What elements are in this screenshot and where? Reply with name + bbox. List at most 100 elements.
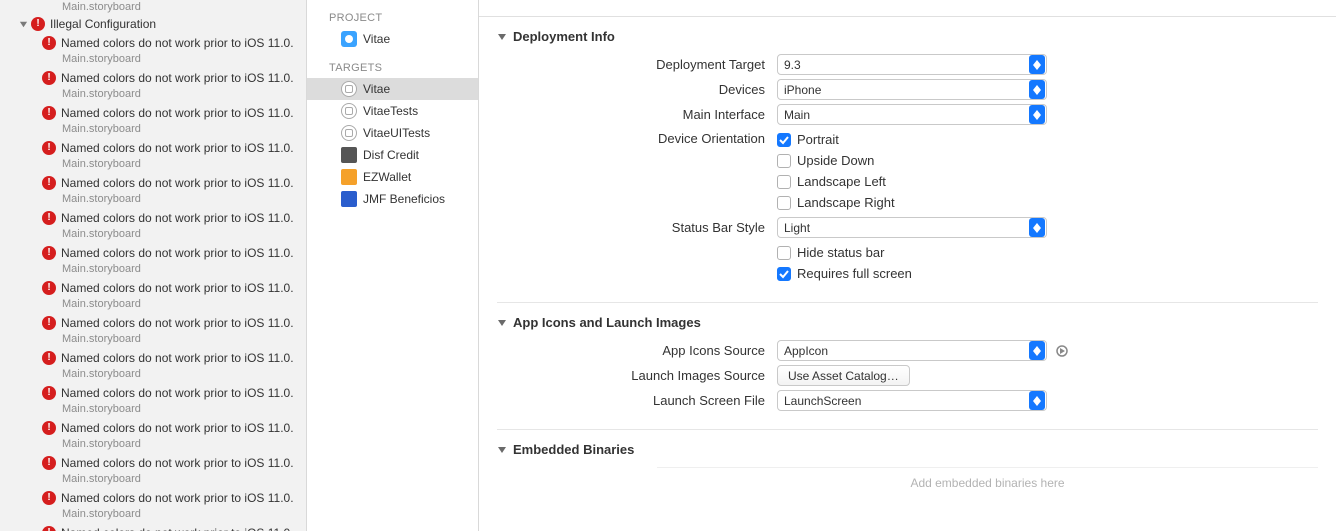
embedded-binaries-dropzone[interactable]: Add embedded binaries here [657,468,1318,498]
issue-item[interactable]: ! Named colors do not work prior to iOS 1… [0,314,306,332]
issue-item[interactable]: !Named colors do not work prior to iOS 1… [0,34,306,52]
target-item[interactable]: Vitae [307,78,478,100]
deployment-target-combo[interactable]: 9.3 [777,54,1047,75]
target-item[interactable]: Disf Credit [307,144,478,166]
target-icon [341,169,357,185]
status-bar-style-label: Status Bar Style [497,220,777,235]
stepper-icon[interactable] [1029,105,1045,124]
issue-file: Main.storyboard [0,297,306,312]
main-interface-label: Main Interface [497,107,777,122]
status-bar-style-value: Light [784,221,1028,235]
issue-item[interactable]: !Named colors do not work prior to iOS 1… [0,524,306,531]
project-targets-panel: PROJECT Vitae TARGETS VitaeVitaeTestsVit… [307,0,479,531]
issue-text: Named colors do not work prior to iOS 11… [61,36,302,50]
checkbox-icon [777,154,791,168]
launch-images-source-label: Launch Images Source [497,368,777,383]
requires-full-screen-checkbox[interactable]: Requires full screen [777,266,912,281]
issue-text: Named colors do not work prior to iOS 11… [61,211,302,225]
disclosure-triangle-icon[interactable] [497,32,507,42]
error-icon: ! [42,281,56,295]
issue-item[interactable]: !Named colors do not work prior to iOS 1… [0,419,306,437]
orientation-landscape-left-checkbox[interactable]: Landscape Left [777,174,886,189]
target-name: Vitae [363,82,390,96]
section-header[interactable]: Deployment Info [497,29,1318,44]
checkbox-label: Upside Down [797,153,874,168]
orientation-upside-down-checkbox[interactable]: Upside Down [777,153,874,168]
section-header[interactable]: Embedded Binaries [497,442,1318,457]
target-name: Disf Credit [363,148,419,162]
issue-item[interactable]: ! Named colors do not work prior to iOS 1… [0,244,306,262]
issue-text: Named colors do not work prior to iOS 11… [61,421,302,435]
use-asset-catalog-button[interactable]: Use Asset Catalog… [777,365,910,386]
section-title: Deployment Info [513,29,615,44]
error-icon: ! [42,456,56,470]
issue-file: Main.storyboard [0,472,306,487]
issue-item[interactable]: !Named colors do not work prior to iOS 1… [0,209,306,227]
issue-file: Main.storyboard [0,52,306,67]
launch-screen-file-label: Launch Screen File [497,393,777,408]
issue-text: Named colors do not work prior to iOS 11… [61,456,302,470]
target-item[interactable]: VitaeUITests [307,122,478,144]
go-to-asset-icon[interactable] [1053,342,1071,360]
hide-status-bar-checkbox[interactable]: Hide status bar [777,245,884,260]
target-item[interactable]: VitaeTests [307,100,478,122]
app-icons-source-value: AppIcon [784,344,1028,358]
issue-item[interactable]: !Named colors do not work prior to iOS 1… [0,349,306,367]
issue-file: Main.storyboard [0,402,306,417]
issue-text: Named colors do not work prior to iOS 11… [61,246,302,260]
issue-item[interactable]: !Named colors do not work prior to iOS 1… [0,69,306,87]
status-bar-style-select[interactable]: Light [777,217,1047,238]
orientation-landscape-right-checkbox[interactable]: Landscape Right [777,195,895,210]
stepper-icon[interactable] [1029,341,1045,360]
app-icons-source-label: App Icons Source [497,343,777,358]
checkbox-label: Hide status bar [797,245,884,260]
target-name: EZWallet [363,170,411,184]
launch-screen-file-combo[interactable]: LaunchScreen [777,390,1047,411]
devices-select[interactable]: iPhone [777,79,1047,100]
target-icon [341,81,357,97]
checkbox-icon [777,175,791,189]
stepper-icon[interactable] [1029,55,1045,74]
devices-label: Devices [497,82,777,97]
issue-item[interactable]: !Named colors do not work prior to iOS 1… [0,384,306,402]
main-interface-combo[interactable]: Main [777,104,1047,125]
issue-text: Named colors do not work prior to iOS 11… [61,316,302,330]
checkbox-icon [777,267,791,281]
project-item[interactable]: Vitae [307,28,478,50]
stepper-icon[interactable] [1029,80,1045,99]
section-title: Embedded Binaries [513,442,634,457]
issue-file: Main.storyboard [0,87,306,102]
issue-item[interactable]: !Named colors do not work prior to iOS 1… [0,279,306,297]
targets-section-label: TARGETS [307,58,478,78]
section-title: App Icons and Launch Images [513,315,701,330]
checkbox-icon [777,246,791,260]
app-icons-source-select[interactable]: AppIcon [777,340,1047,361]
stepper-icon[interactable] [1029,391,1045,410]
disclosure-triangle-icon[interactable] [497,318,507,328]
section-header[interactable]: App Icons and Launch Images [497,315,1318,330]
issue-text: Named colors do not work prior to iOS 11… [61,491,302,505]
error-icon: ! [42,316,56,330]
disclosure-triangle-icon[interactable] [497,445,507,455]
issue-item[interactable]: !Named colors do not work prior to iOS 1… [0,489,306,507]
issue-text: Named colors do not work prior to iOS 11… [61,386,302,400]
target-item[interactable]: EZWallet [307,166,478,188]
stepper-icon[interactable] [1029,218,1045,237]
issue-item[interactable]: !Named colors do not work prior to iOS 1… [0,104,306,122]
issue-item[interactable]: ! Named colors do not work prior to iOS 1… [0,454,306,472]
deployment-target-label: Deployment Target [497,57,777,72]
checkbox-label: Requires full screen [797,266,912,281]
issue-item[interactable]: !Named colors do not work prior to iOS 1… [0,174,306,192]
issue-group[interactable]: ! Illegal Configuration [0,15,306,33]
deployment-target-value: 9.3 [784,58,1028,72]
target-name: JMF Beneficios [363,192,445,206]
issue-file: Main.storyboard [0,0,306,15]
error-icon: ! [42,246,56,260]
issue-file: Main.storyboard [0,437,306,452]
orientation-portrait-checkbox[interactable]: Portrait [777,132,839,147]
disclosure-triangle-icon[interactable] [18,19,28,29]
checkbox-icon [777,196,791,210]
error-icon: ! [42,526,56,531]
target-item[interactable]: JMF Beneficios [307,188,478,210]
issue-item[interactable]: !Named colors do not work prior to iOS 1… [0,139,306,157]
